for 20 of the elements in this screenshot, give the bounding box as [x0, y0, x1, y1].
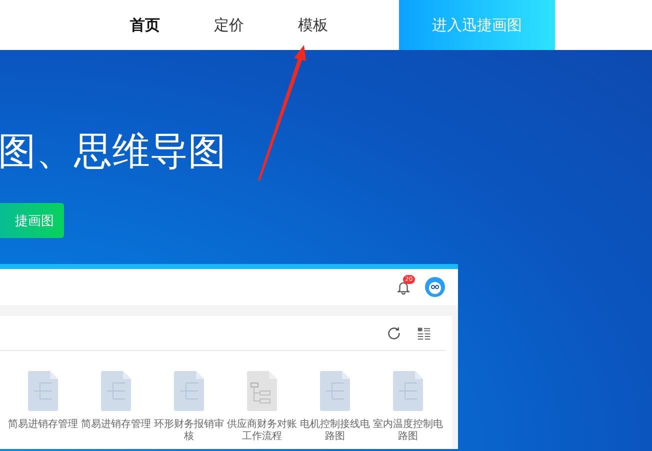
document-thumbnail-icon[interactable] [174, 371, 204, 411]
nav-link[interactable]: 首页 [130, 16, 160, 34]
template-name: 简易进销存管理 [80, 419, 152, 431]
template-name: 供应商财务对账工作流程 [226, 419, 298, 443]
hero-title: 图、思维导图 [0, 128, 226, 174]
nav-link[interactable]: 模板 [298, 16, 328, 34]
document-thumbnail-icon[interactable] [247, 371, 277, 411]
template-name: 室内温度控制电路图 [372, 419, 444, 443]
document-thumbnail-icon[interactable] [393, 371, 423, 411]
template-name: 环形财务报销审核 [153, 419, 225, 443]
nav-link[interactable]: 定价 [214, 16, 244, 34]
document-thumbnail-icon[interactable] [28, 371, 58, 411]
template-name: 简易进销存管理 [7, 419, 79, 431]
template-name: 电机控制接线电路图 [299, 419, 371, 443]
document-thumbnail-icon[interactable] [320, 371, 350, 411]
avatar-icon[interactable] [425, 277, 445, 297]
document-thumbnail-icon[interactable] [101, 371, 131, 411]
refresh-icon[interactable] [387, 326, 401, 340]
list-view-icon[interactable] [417, 326, 431, 340]
bell-icon[interactable] [396, 280, 411, 294]
